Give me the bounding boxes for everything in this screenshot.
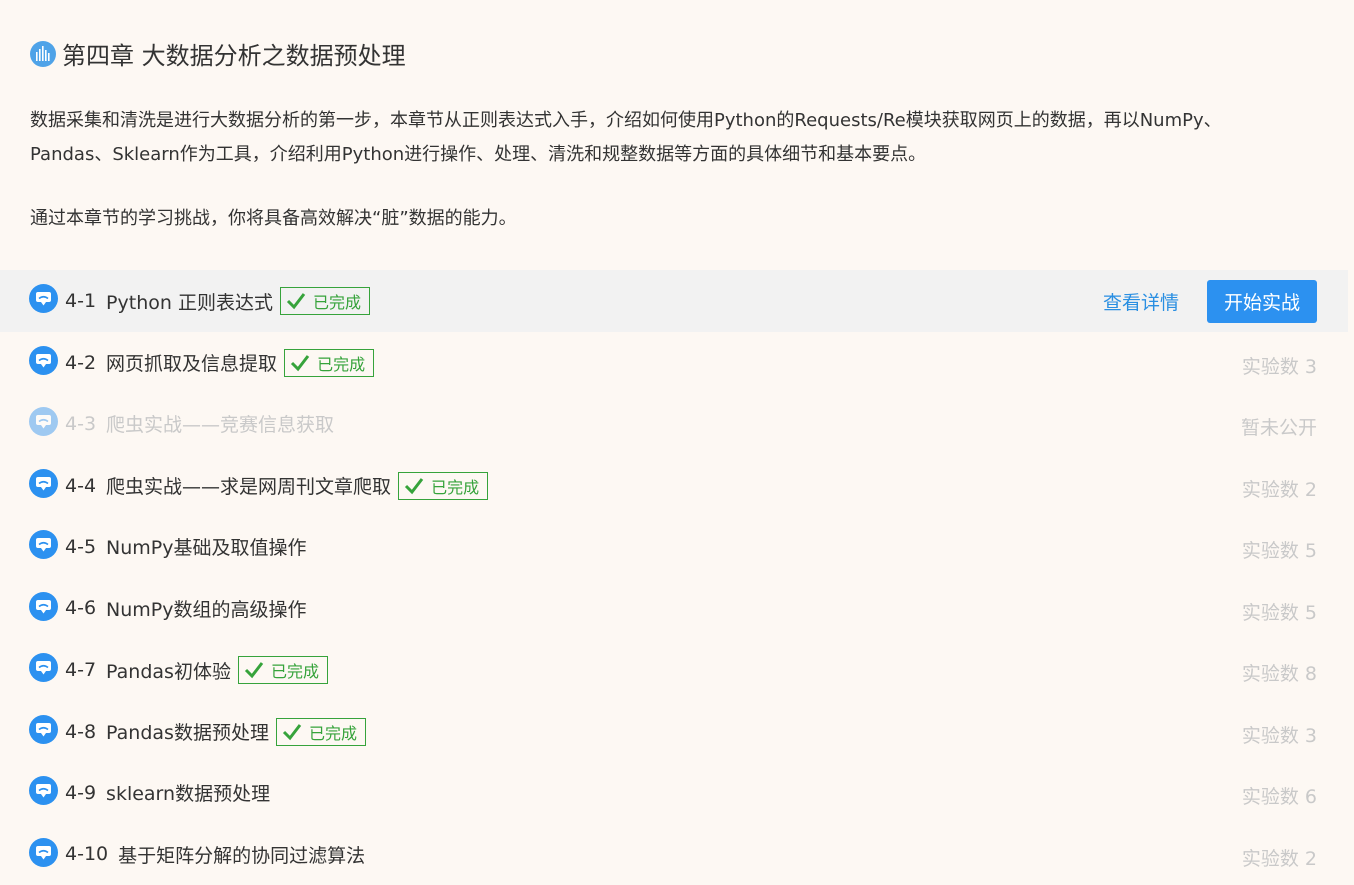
lesson-number: 4-9 — [65, 781, 97, 804]
lesson-title: Pandas初体验 — [106, 660, 231, 683]
lesson-number: 4-10 — [65, 843, 109, 865]
lesson-title-group: 4-6 NumPy数组的高级操作 — [65, 595, 307, 622]
chat-bubble-icon — [29, 653, 58, 682]
lesson-number: 4-1 — [65, 290, 97, 312]
lesson-title-group: 4-5 NumPy基础及取值操作 — [65, 533, 307, 560]
lesson-title-group: 4-8 Pandas数据预处理 已完成 — [65, 717, 366, 746]
experiment-count: 实验数 5 — [1241, 540, 1317, 562]
description-paragraph: 数据采集和清洗是进行大数据分析的第一步，本章节从正则表达式入手，介绍如何使用Py… — [30, 110, 1222, 165]
experiment-count: 实验数 3 — [1241, 355, 1317, 378]
chat-bubble-icon — [29, 776, 58, 805]
lesson-number: 4-4 — [65, 474, 97, 497]
completed-badge: 已完成 — [237, 656, 328, 684]
lesson-title: NumPy基础及取值操作 — [106, 537, 307, 559]
lesson-title-group: 4-9 sklearn数据预处理 — [65, 779, 270, 806]
lesson-title-group: 4-3 爬虫实战——竞赛信息获取 — [65, 410, 334, 437]
chat-bubble-icon — [29, 837, 58, 867]
experiment-count: 实验数 3 — [1241, 724, 1317, 747]
experiment-count: 实验数 2 — [1241, 478, 1317, 501]
lesson-row[interactable]: 4-10 基于矩阵分解的协同过滤算法 实验数 2 — [0, 824, 1348, 885]
view-details-link[interactable]: 查看详情 — [1103, 288, 1179, 315]
experiment-count: 实验数 5 — [1241, 601, 1317, 624]
bar-chart-circle-icon — [30, 40, 56, 67]
lesson-status: 暂未公开 — [1240, 417, 1317, 439]
lesson-title: 基于矩阵分解的协同过滤算法 — [118, 844, 366, 867]
lesson-title-group: 4-1 Python 正则表达式 已完成 — [65, 287, 370, 315]
chat-bubble-icon — [29, 345, 58, 375]
chapter-description: 数据采集和清洗是进行大数据分析的第一步，本章节从正则表达式入手，介绍如何使用Py… — [30, 104, 1290, 236]
lesson-row[interactable]: 4-6 NumPy数组的高级操作 实验数 5 — [0, 578, 1348, 640]
lesson-row[interactable]: 4-7 Pandas初体验 已完成 实验数 8 — [0, 639, 1348, 701]
lesson-title: 爬虫实战——求是网周刊文章爬取 — [106, 476, 392, 498]
lesson-title: NumPy数组的高级操作 — [106, 598, 307, 621]
chat-bubble-icon — [29, 284, 58, 313]
description-paragraph: 通过本章节的学习挑战，你将具备高效解决“脏”数据的能力。 — [30, 208, 517, 229]
lesson-title-group: 4-7 Pandas初体验 已完成 — [65, 656, 328, 684]
lesson-row[interactable]: 4-9 sklearn数据预处理 实验数 6 — [0, 762, 1348, 824]
lesson-number: 4-5 — [65, 535, 97, 558]
checkmark-icon — [244, 662, 264, 679]
lesson-row[interactable]: 4-2 网页抓取及信息提取 已完成 实验数 3 — [0, 332, 1348, 394]
lesson-row[interactable]: 4-1 Python 正则表达式 已完成 查看详情 开始实战 — [0, 270, 1348, 332]
lesson-title-group: 4-4 爬虫实战——求是网周刊文章爬取 已完成 — [65, 471, 489, 500]
completed-label: 已完成 — [317, 354, 366, 374]
completed-badge: 已完成 — [279, 287, 370, 315]
lesson-actions: 查看详情 开始实战 — [1103, 280, 1317, 323]
experiment-count: 实验数 8 — [1241, 663, 1317, 685]
checkmark-icon — [291, 354, 310, 371]
lesson-list: 4-1 Python 正则表达式 已完成 查看详情 开始实战 4-2 网页抓取及… — [0, 270, 1348, 885]
lesson-title: 网页抓取及信息提取 — [106, 353, 278, 375]
chat-bubble-icon — [29, 591, 58, 621]
lesson-row[interactable]: 4-8 Pandas数据预处理 已完成 实验数 3 — [0, 701, 1348, 763]
lesson-row[interactable]: 4-5 NumPy基础及取值操作 实验数 5 — [0, 516, 1348, 578]
lesson-title: sklearn数据预处理 — [106, 783, 271, 805]
checkmark-icon — [286, 293, 306, 310]
lesson-number: 4-6 — [65, 597, 97, 619]
completed-label: 已完成 — [270, 662, 319, 681]
lesson-number: 4-8 — [65, 720, 97, 743]
checkmark-icon — [282, 723, 302, 740]
lesson-title: Pandas数据预处理 — [106, 722, 269, 744]
completed-label: 已完成 — [308, 723, 357, 743]
lesson-title: Python 正则表达式 — [106, 291, 273, 314]
chapter-title: 第四章 大数据分析之数据预处理 — [62, 42, 406, 70]
lesson-number: 4-2 — [65, 351, 97, 374]
chapter-header: 第四章 大数据分析之数据预处理 — [30, 36, 406, 71]
lesson-title: 爬虫实战——竞赛信息获取 — [106, 414, 335, 436]
completed-badge: 已完成 — [284, 348, 375, 377]
chat-bubble-icon — [29, 530, 58, 559]
experiment-count: 实验数 2 — [1241, 847, 1317, 870]
checkmark-icon — [405, 477, 424, 494]
lesson-row: 4-3 爬虫实战——竞赛信息获取 暂未公开 — [0, 393, 1348, 455]
chat-bubble-icon — [29, 714, 58, 744]
experiment-count: 实验数 6 — [1241, 786, 1317, 808]
chat-bubble-icon — [29, 468, 58, 498]
completed-badge: 已完成 — [275, 717, 366, 746]
lesson-row[interactable]: 4-4 爬虫实战——求是网周刊文章爬取 已完成 实验数 2 — [0, 455, 1348, 517]
lesson-number: 4-7 — [65, 659, 97, 681]
completed-label: 已完成 — [431, 477, 480, 497]
lesson-title-group: 4-2 网页抓取及信息提取 已完成 — [65, 348, 375, 377]
completed-badge: 已完成 — [398, 471, 489, 500]
lesson-number: 4-3 — [65, 412, 97, 435]
lesson-title-group: 4-10 基于矩阵分解的协同过滤算法 — [65, 841, 365, 868]
completed-label: 已完成 — [312, 293, 361, 312]
start-practice-button[interactable]: 开始实战 — [1206, 280, 1317, 323]
chat-bubble-icon — [29, 407, 58, 436]
